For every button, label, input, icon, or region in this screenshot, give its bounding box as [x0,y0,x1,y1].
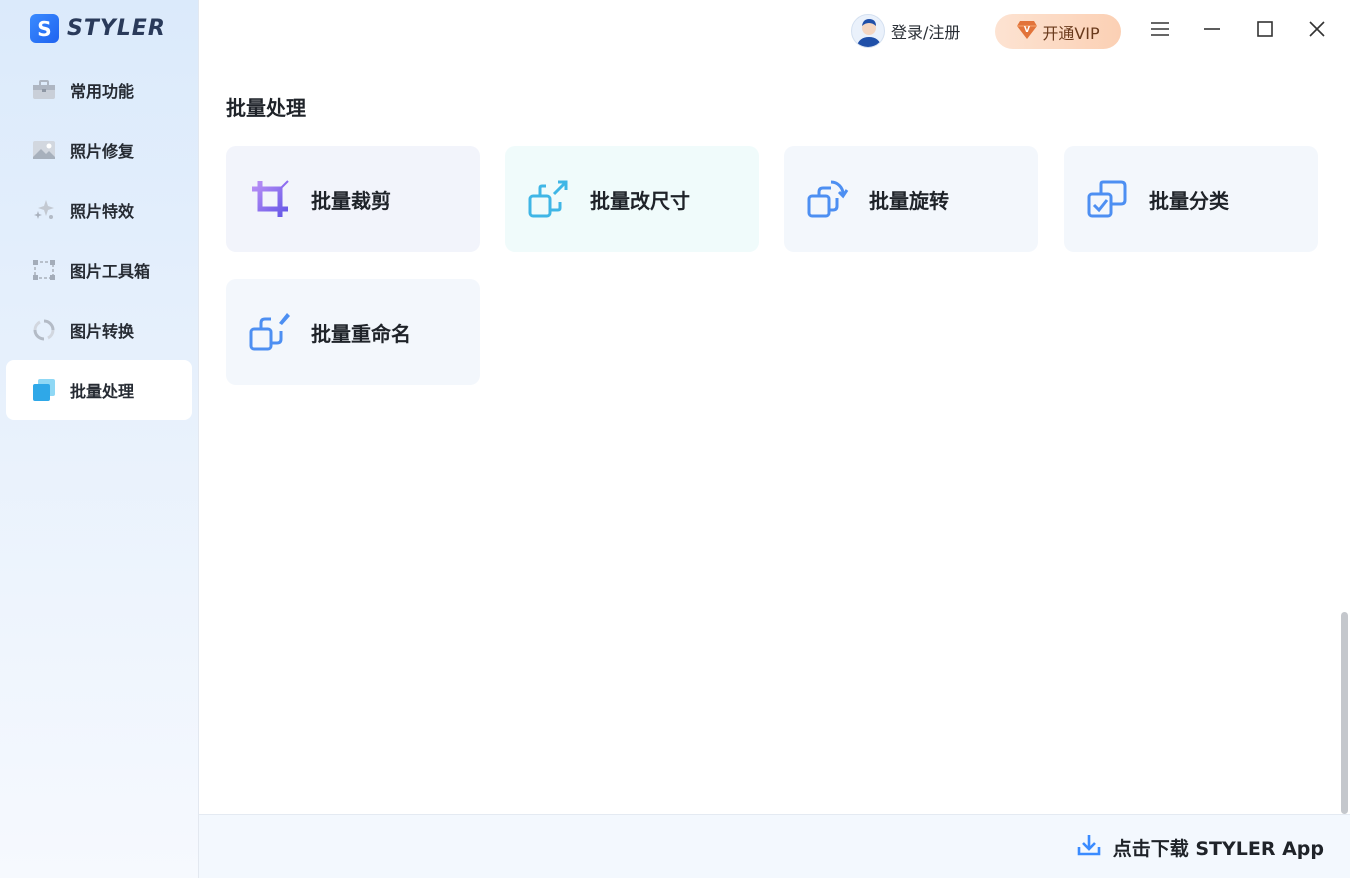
vertical-scrollbar[interactable] [1341,612,1348,814]
batch-classify-card[interactable]: 批量分类 [1064,146,1318,252]
logo-text: STYLER [67,16,166,41]
batch-rename-card[interactable]: 批量重命名 [226,279,480,385]
minimize-icon [1203,20,1221,42]
sidebar-item-common[interactable]: 常用功能 [6,60,192,120]
card-label: 批量改尺寸 [590,188,690,213]
sidebar-item-batch[interactable]: 批量处理 [6,360,192,420]
login-button[interactable]: 登录/注册 [851,14,960,48]
maximize-button[interactable] [1250,16,1280,46]
maximize-icon [1256,20,1274,42]
rotate-icon [807,178,849,220]
sidebar-item-image-convert[interactable]: 图片转换 [6,300,192,360]
refresh-icon [32,318,56,342]
sidebar-nav: 常用功能 照片修复 照片特效 图片工具箱 图片转换 批量处理 [6,60,192,420]
page-title: 批量处理 [226,96,306,120]
login-label: 登录/注册 [891,23,961,42]
photo-icon [32,138,56,162]
classify-icon [1087,178,1129,220]
sidebar-item-label: 常用功能 [70,82,135,101]
sidebar-item-label: 照片特效 [70,202,135,221]
minimize-button[interactable] [1197,16,1227,46]
sparkle-icon [32,198,56,222]
close-icon [1308,20,1326,42]
card-label: 批量重命名 [311,321,411,346]
rename-icon [249,311,291,353]
sidebar-item-label: 图片转换 [70,322,135,341]
download-icon [1077,833,1101,861]
sidebar-item-label: 图片工具箱 [70,262,151,281]
vip-button[interactable]: V 开通VIP [995,14,1121,49]
footer-bar: 点击下载 STYLER App [199,814,1350,878]
sidebar-item-photo-effects[interactable]: 照片特效 [6,180,192,240]
download-app-button[interactable]: 点击下载 STYLER App [1077,833,1324,861]
sidebar-item-photo-repair[interactable]: 照片修复 [6,120,192,180]
app-logo[interactable]: S STYLER [30,14,166,43]
batch-rotate-card[interactable]: 批量旋转 [784,146,1038,252]
svg-text:V: V [1024,25,1031,34]
vip-label: 开通VIP [1042,23,1100,43]
crop-icon [249,178,291,220]
card-label: 批量裁剪 [311,188,391,213]
batch-resize-card[interactable]: 批量改尺寸 [505,146,759,252]
hamburger-icon [1150,21,1170,41]
title-bar: 登录/注册 V 开通VIP [199,0,1350,62]
logo-badge: S [30,14,59,43]
close-button[interactable] [1302,16,1332,46]
card-label: 批量分类 [1149,188,1229,213]
crop-frame-icon [32,258,56,282]
sidebar-item-image-toolbox[interactable]: 图片工具箱 [6,240,192,300]
batch-crop-card[interactable]: 批量裁剪 [226,146,480,252]
diamond-icon: V [1016,20,1038,44]
batch-stack-icon [32,378,56,402]
avatar [851,14,885,48]
sidebar: S STYLER 常用功能 照片修复 照片特效 图片工具箱 图片转换 批量处理 [0,0,199,878]
card-label: 批量旋转 [869,188,949,213]
menu-button[interactable] [1145,16,1175,46]
sidebar-item-label: 照片修复 [70,142,135,161]
resize-icon [528,178,570,220]
toolbox-icon [32,78,56,102]
download-label: 点击下载 STYLER App [1112,837,1324,860]
sidebar-item-label: 批量处理 [70,382,135,401]
